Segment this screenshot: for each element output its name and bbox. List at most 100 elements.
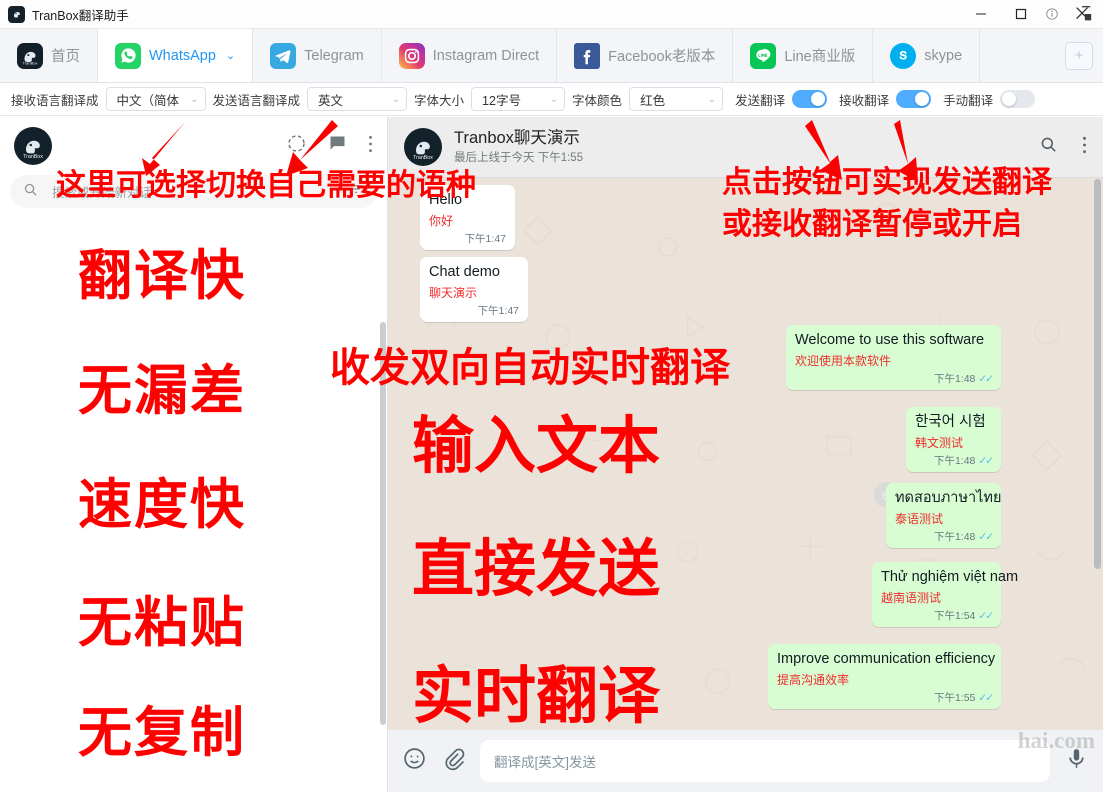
message-bubble[interactable]: 한국어 시험 韩文测试 下午1:48 ✓✓ — [906, 407, 1001, 473]
add-tab-container: + — [1055, 29, 1103, 82]
avatar[interactable]: TranBox — [14, 127, 52, 165]
tab-skype[interactable]: skype — [873, 29, 981, 82]
add-tab-button[interactable]: + — [1065, 41, 1093, 70]
skype-icon — [890, 42, 917, 69]
receive-translate-toggle[interactable] — [896, 90, 932, 108]
message-time: 下午1:47 — [477, 305, 519, 318]
message-text: Chat demo — [429, 264, 500, 280]
message-bubble[interactable]: Improve communication efficiency 提高沟通效率 … — [768, 644, 1001, 710]
read-receipt-icon: ✓✓ — [978, 610, 994, 623]
close-button[interactable] — [1063, 0, 1103, 28]
font-color-label: 字体颜色 — [572, 93, 623, 108]
font-size-label: 字体大小 — [414, 93, 465, 108]
maximize-button[interactable] — [1001, 0, 1041, 28]
message-translation: 聊天演示 — [429, 286, 478, 301]
window-title-bar: TranBox翻译助手 — [0, 0, 1103, 29]
send-translate-toggle[interactable] — [792, 90, 828, 108]
tab-label: skype — [924, 47, 963, 64]
search-placeholder: 搜索或开始新对话 — [52, 186, 153, 200]
chevron-down-icon: ⌄ — [190, 93, 199, 105]
tab-label: WhatsApp — [149, 47, 216, 64]
window-title: TranBox翻译助手 — [32, 8, 129, 23]
font-size-select[interactable]: 12字号 ⌄ — [471, 87, 566, 111]
tab-label: Facebook老版本 — [608, 49, 716, 65]
watermark-text: hai.com — [1017, 728, 1095, 753]
translation-settings-toolbar: 接收语言翻译成 中文（简体 ⌄ 发送语言翻译成 英文 ⌄ 字体大小 12字号 ⌄… — [0, 83, 1103, 116]
facebook-icon — [574, 42, 601, 69]
tab-line-business[interactable]: Line商业版 — [733, 29, 874, 82]
line-icon — [750, 42, 777, 69]
font-size-value: 12字号 — [482, 93, 521, 108]
more-vertical-icon[interactable] — [1082, 135, 1087, 160]
send-language-select[interactable]: 英文 ⌄ — [307, 87, 408, 111]
message-text: Hello — [429, 192, 463, 208]
receive-translate-label: 接收翻译 — [839, 93, 890, 108]
message-text: 한국어 시험 — [915, 414, 986, 430]
emoji-icon[interactable] — [402, 746, 427, 776]
receive-language-select[interactable]: 中文（简体 ⌄ — [105, 87, 206, 111]
tab-label: Line商业版 — [784, 49, 856, 65]
new-chat-icon[interactable] — [327, 133, 348, 159]
tab-home[interactable]: TranBox 首页 — [0, 29, 98, 82]
message-text: ทดสอบภาษาไทย — [895, 490, 1002, 506]
contact-status: 最后上线于今天 下午1:55 — [454, 152, 584, 165]
chat-list-scrollbar[interactable] — [380, 322, 386, 725]
conversation-actions — [1039, 135, 1087, 160]
chat-list-actions — [286, 133, 373, 159]
send-translate-label: 发送翻译 — [735, 93, 786, 108]
window-controls — [961, 0, 1103, 28]
tab-telegram[interactable]: Telegram — [253, 29, 382, 82]
message-input[interactable]: 翻译成[英文]发送 — [480, 740, 1050, 782]
tab-facebook-legacy[interactable]: Facebook老版本 — [557, 29, 734, 82]
telegram-icon — [270, 42, 297, 69]
tab-instagram-direct[interactable]: Instagram Direct — [382, 29, 558, 82]
manual-translate-toggle[interactable] — [1000, 90, 1036, 108]
chevron-down-icon: ⌄ — [707, 93, 717, 105]
read-receipt-icon: ✓✓ — [978, 531, 994, 544]
send-language-label: 发送语言翻译成 — [212, 93, 301, 108]
minimize-button[interactable] — [961, 0, 1001, 28]
search-icon[interactable] — [1039, 135, 1058, 159]
message-bubble[interactable]: Welcome to use this software 欢迎使用本款软件 下午… — [786, 325, 1001, 391]
paperclip-icon[interactable] — [441, 746, 466, 776]
tranbox-logo-icon — [8, 5, 25, 23]
message-translation: 提高沟通效率 — [777, 673, 850, 688]
tranbox-home-icon: TranBox — [17, 42, 43, 69]
info-icon[interactable] — [1041, 0, 1063, 28]
manual-translate-label: 手动翻译 — [943, 93, 994, 108]
read-receipt-icon: ✓✓ — [978, 692, 994, 705]
message-bubble[interactable]: Thử nghiệm việt nam 越南语测试 下午1:54 ✓✓ — [872, 562, 1018, 628]
message-composer: 翻译成[英文]发送 — [388, 730, 1103, 792]
conversation-pane: TranBox Tranbox聊天演示 最后上线于今天 下午1:55 Hello… — [388, 117, 1103, 792]
tab-whatsapp[interactable]: WhatsApp ⌄ — [98, 29, 254, 82]
message-list: Hello 你好 下午1:47 Chat demo 聊天演示 下午1:47 We… — [388, 177, 1103, 730]
app-body: TranBox 搜索或开始新对话 TranBox Tranbox聊天演示 最后上… — [0, 117, 1103, 792]
receive-language-label: 接收语言翻译成 — [11, 93, 99, 108]
message-time: 下午1:48 ✓✓ — [933, 531, 994, 544]
status-circle-icon[interactable] — [286, 133, 307, 159]
avatar[interactable]: TranBox — [404, 128, 442, 166]
message-translation: 欢迎使用本款软件 — [795, 354, 892, 369]
conversation-scrollbar[interactable] — [1094, 179, 1101, 569]
message-translation: 越南语测试 — [881, 591, 942, 606]
font-color-select[interactable]: 红色 ⌄ — [629, 87, 724, 111]
chevron-down-icon: ⌄ — [549, 93, 559, 105]
send-language-value: 英文 — [318, 93, 344, 108]
search-bar[interactable]: 搜索或开始新对话 — [10, 175, 377, 208]
message-bubble[interactable]: Chat demo 聊天演示 下午1:47 — [420, 257, 528, 323]
svg-text:TranBox: TranBox — [23, 154, 43, 160]
message-time: 下午1:48 ✓✓ — [933, 455, 994, 468]
more-vertical-icon[interactable] — [368, 134, 373, 159]
read-receipt-icon: ✓✓ — [978, 373, 994, 386]
conversation-title-block: Tranbox聊天演示 最后上线于今天 下午1:55 — [454, 129, 583, 166]
message-bubble[interactable]: ทดสอบภาษาไทย 泰语测试 下午1:48 ✓✓ — [886, 483, 1002, 549]
filter-icon[interactable] — [348, 181, 364, 202]
message-time: 下午1:55 ✓✓ — [933, 692, 994, 705]
message-bubble[interactable]: Hello 你好 下午1:47 — [420, 185, 515, 251]
message-text: Improve communication efficiency — [777, 651, 996, 667]
read-receipt-icon: ✓✓ — [978, 455, 994, 468]
chevron-down-icon[interactable]: ⌄ — [226, 49, 235, 62]
receive-language-value: 中文（简体 — [116, 93, 180, 108]
message-input-placeholder: 翻译成[英文]发送 — [494, 755, 597, 770]
font-color-value: 红色 — [640, 93, 666, 108]
